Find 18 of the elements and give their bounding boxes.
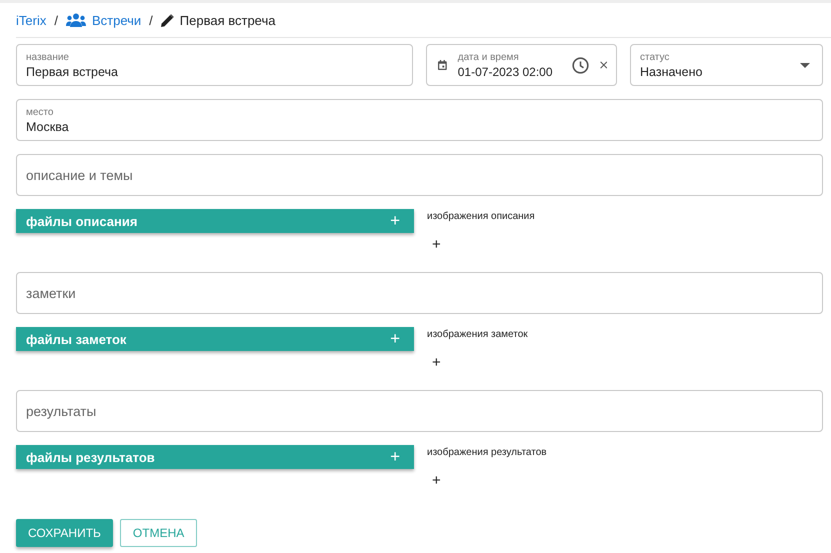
breadcrumb-current: Первая встреча <box>180 12 276 28</box>
images-label: изображения результатов <box>427 447 547 458</box>
images-label: изображения описания <box>427 211 535 222</box>
name-field[interactable]: название Первая встреча <box>16 44 413 86</box>
datetime-field[interactable]: дата и время 01-07-2023 02:00 <box>426 44 617 86</box>
breadcrumb-link[interactable]: Встречи <box>92 12 142 28</box>
breadcrumb-separator: / <box>54 12 58 28</box>
text-field[interactable]: заметки <box>16 272 823 314</box>
breadcrumb-separator: / <box>149 12 153 28</box>
add-image-button[interactable]: + <box>432 354 441 371</box>
images-label: изображения заметок <box>427 329 528 340</box>
place-field[interactable]: место Москва <box>16 99 823 141</box>
status-select[interactable]: статус Назначено <box>630 44 823 86</box>
add-image-button[interactable]: + <box>432 236 441 253</box>
breadcrumb-link[interactable]: iTerix <box>16 12 46 28</box>
add-image-button[interactable]: + <box>432 472 441 489</box>
text-field[interactable]: описание и темы <box>16 154 823 196</box>
text-field[interactable]: результаты <box>16 390 823 432</box>
